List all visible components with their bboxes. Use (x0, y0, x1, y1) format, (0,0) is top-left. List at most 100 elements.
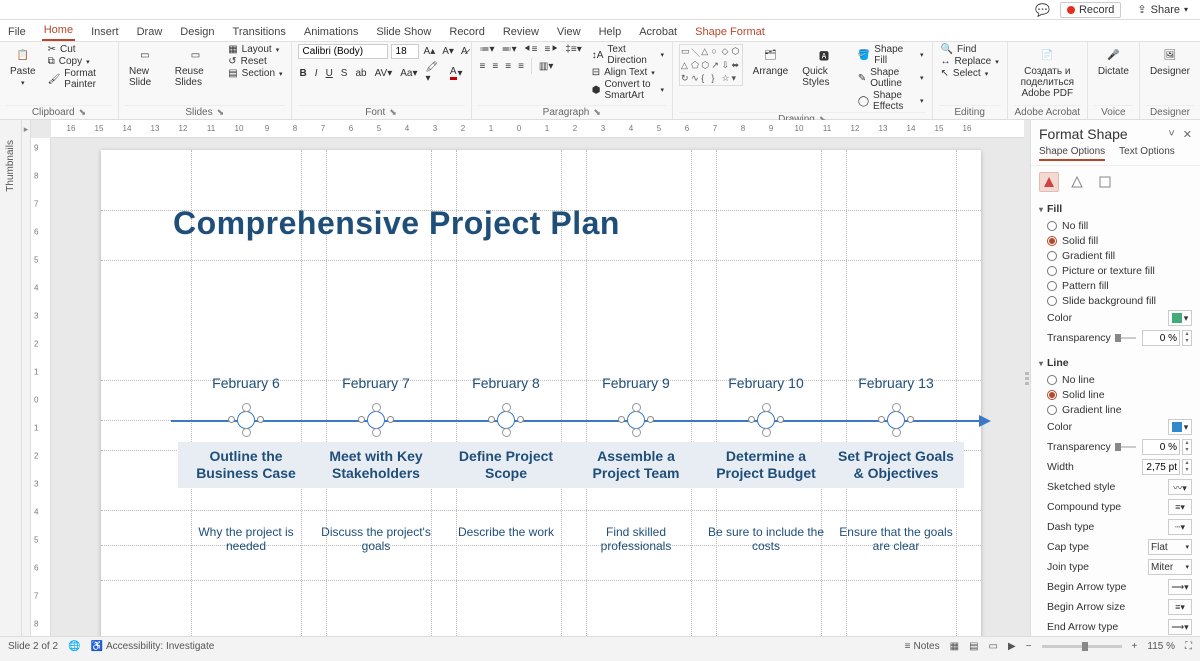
fill-gradient[interactable]: Gradient fill (1039, 248, 1192, 263)
quick-styles-button[interactable]: 🅰Quick Styles (798, 44, 850, 90)
fill-solid[interactable]: Solid fill (1039, 233, 1192, 248)
clear-format-button[interactable]: A̷ (459, 46, 470, 57)
end-arrow-type-picker[interactable]: ⟶▾ (1168, 619, 1192, 635)
shapes-gallery[interactable]: ▭＼△○◇⬡ △⬠⬡↗⇩⬌ ↻∿{}☆▾ (679, 44, 743, 86)
fill-slide-bg[interactable]: Slide background fill (1039, 293, 1192, 308)
replace-button[interactable]: ↔Replace▾ (939, 56, 1001, 67)
font-color-button[interactable]: A▾ (448, 66, 465, 80)
begin-arrow-size-picker[interactable]: ≡▾ (1168, 599, 1192, 615)
tab-text-options[interactable]: Text Options (1119, 146, 1175, 161)
sorter-view-button[interactable]: ▤ (969, 641, 978, 652)
columns-button[interactable]: ▥▾ (537, 58, 555, 74)
tab-shape-options[interactable]: Shape Options (1039, 146, 1105, 161)
reading-view-button[interactable]: ▭ (989, 641, 998, 652)
notes-button[interactable]: ≡ Notes (905, 641, 940, 652)
tab-view[interactable]: View (555, 23, 583, 41)
zoom-value[interactable]: 115 % (1147, 641, 1175, 652)
tab-insert[interactable]: Insert (89, 23, 121, 41)
milestone-box[interactable]: Determine a Project Budget (698, 442, 834, 488)
dash-picker[interactable]: ┄▾ (1168, 519, 1192, 535)
select-button[interactable]: ↖Select▾ (939, 68, 1001, 79)
line-gradient[interactable]: Gradient line (1039, 402, 1192, 417)
line-spacing-button[interactable]: ‡≡▾ (563, 44, 583, 55)
spinner[interactable]: ▴▾ (1182, 459, 1192, 475)
new-slide-button[interactable]: ▭New Slide (125, 44, 165, 90)
strike-button[interactable]: S (339, 68, 350, 79)
fill-color-picker[interactable]: ▾ (1168, 310, 1192, 326)
slide-title[interactable]: Comprehensive Project Plan (173, 205, 620, 242)
dictate-button[interactable]: 🎤Dictate (1094, 44, 1133, 79)
font-family-select[interactable] (298, 44, 388, 59)
shrink-font-button[interactable]: A▾ (440, 46, 456, 57)
tab-draw[interactable]: Draw (135, 23, 165, 41)
bullets-button[interactable]: ≔▾ (478, 44, 497, 55)
tab-help[interactable]: Help (597, 23, 624, 41)
align-center-button[interactable]: ≡ (490, 58, 500, 74)
line-transparency-input[interactable] (1142, 439, 1180, 455)
change-case-button[interactable]: Aa▾ (398, 68, 419, 79)
line-section-header[interactable]: Line (1039, 354, 1192, 372)
shape-fill-button[interactable]: 🪣Shape Fill▾ (856, 44, 926, 66)
language-button[interactable]: 🌐 (68, 641, 80, 652)
tab-design[interactable]: Design (178, 23, 216, 41)
chevron-down-icon[interactable]: ˅ (1168, 128, 1174, 141)
arrange-button[interactable]: 🗂Arrange (749, 44, 793, 79)
align-text-button[interactable]: ⊟Align Text▾ (590, 67, 666, 78)
dialog-launcher-icon[interactable]: ⬊ (217, 107, 225, 118)
zoom-in-button[interactable]: + (1132, 641, 1138, 652)
sketched-picker[interactable]: 〰▾ (1168, 479, 1192, 495)
slideshow-view-button[interactable]: ▶ (1008, 641, 1016, 652)
comments-icon[interactable]: 💬 (1035, 3, 1050, 17)
dialog-launcher-icon[interactable]: ⬊ (389, 107, 397, 118)
text-direction-button[interactable]: ↕AText Direction▾ (590, 44, 666, 66)
dialog-launcher-icon[interactable]: ⬊ (593, 107, 601, 118)
line-none[interactable]: No line (1039, 372, 1192, 387)
shape-outline-button[interactable]: ✎Shape Outline▾ (856, 67, 926, 89)
copy-button[interactable]: ⧉Copy▾ (46, 56, 112, 67)
record-button[interactable]: Record (1060, 2, 1121, 18)
indent-dec-button[interactable]: ⯇≡ (522, 44, 540, 55)
close-icon[interactable]: ✕ (1183, 128, 1192, 141)
italic-button[interactable]: I (313, 68, 320, 79)
tab-acrobat[interactable]: Acrobat (637, 23, 679, 41)
fill-transparency-slider[interactable] (1115, 337, 1136, 339)
milestone-node-icon[interactable] (627, 411, 645, 429)
layout-button[interactable]: ▦Layout▾ (226, 44, 284, 55)
format-painter-button[interactable]: 🖌Format Painter (46, 68, 112, 90)
numbering-button[interactable]: ≕▾ (500, 44, 519, 55)
tab-transitions[interactable]: Transitions (231, 23, 288, 41)
zoom-out-button[interactable]: − (1026, 641, 1032, 652)
grow-font-button[interactable]: A▴ (422, 46, 438, 57)
reuse-slides-button[interactable]: ▭Reuse Slides (171, 44, 221, 90)
accessibility-button[interactable]: ♿Accessibility: Investigate (91, 641, 215, 652)
milestone-box[interactable]: Meet with Key Stakeholders (308, 442, 444, 488)
underline-button[interactable]: U (324, 68, 335, 79)
milestone-box[interactable]: Outline the Business Case (178, 442, 314, 488)
line-solid[interactable]: Solid line (1039, 387, 1192, 402)
indent-inc-button[interactable]: ≡⯈ (542, 44, 560, 55)
tab-shape-format[interactable]: Shape Format (693, 23, 767, 41)
shape-effects-button[interactable]: ◯Shape Effects▾ (856, 90, 926, 112)
bold-button[interactable]: B (298, 68, 309, 79)
milestone-node-icon[interactable] (757, 411, 775, 429)
slide-counter[interactable]: Slide 2 of 2 (8, 641, 58, 652)
designer-button[interactable]: 🖼Designer (1146, 44, 1194, 79)
font-size-select[interactable] (391, 44, 419, 59)
milestone-node-icon[interactable] (497, 411, 515, 429)
line-color-picker[interactable]: ▾ (1168, 419, 1192, 435)
fill-section-header[interactable]: Fill (1039, 200, 1192, 218)
fill-transparency-input[interactable] (1142, 330, 1180, 346)
slide[interactable]: Comprehensive Project Plan February 6Out… (101, 150, 981, 636)
line-width-input[interactable] (1142, 459, 1180, 475)
tab-slideshow[interactable]: Slide Show (374, 23, 433, 41)
slide-viewport[interactable]: Comprehensive Project Plan February 6Out… (51, 138, 1024, 636)
fill-picture[interactable]: Picture or texture fill (1039, 263, 1192, 278)
zoom-slider[interactable] (1042, 645, 1122, 648)
tab-home[interactable]: Home (42, 21, 75, 41)
milestone-node-icon[interactable] (367, 411, 385, 429)
highlight-button[interactable]: 🖍▾ (423, 62, 443, 84)
tab-file[interactable]: File (6, 23, 28, 41)
join-picker[interactable]: Miter▾ (1148, 559, 1192, 575)
normal-view-button[interactable]: ▦ (950, 641, 959, 652)
tab-animations[interactable]: Animations (302, 23, 360, 41)
